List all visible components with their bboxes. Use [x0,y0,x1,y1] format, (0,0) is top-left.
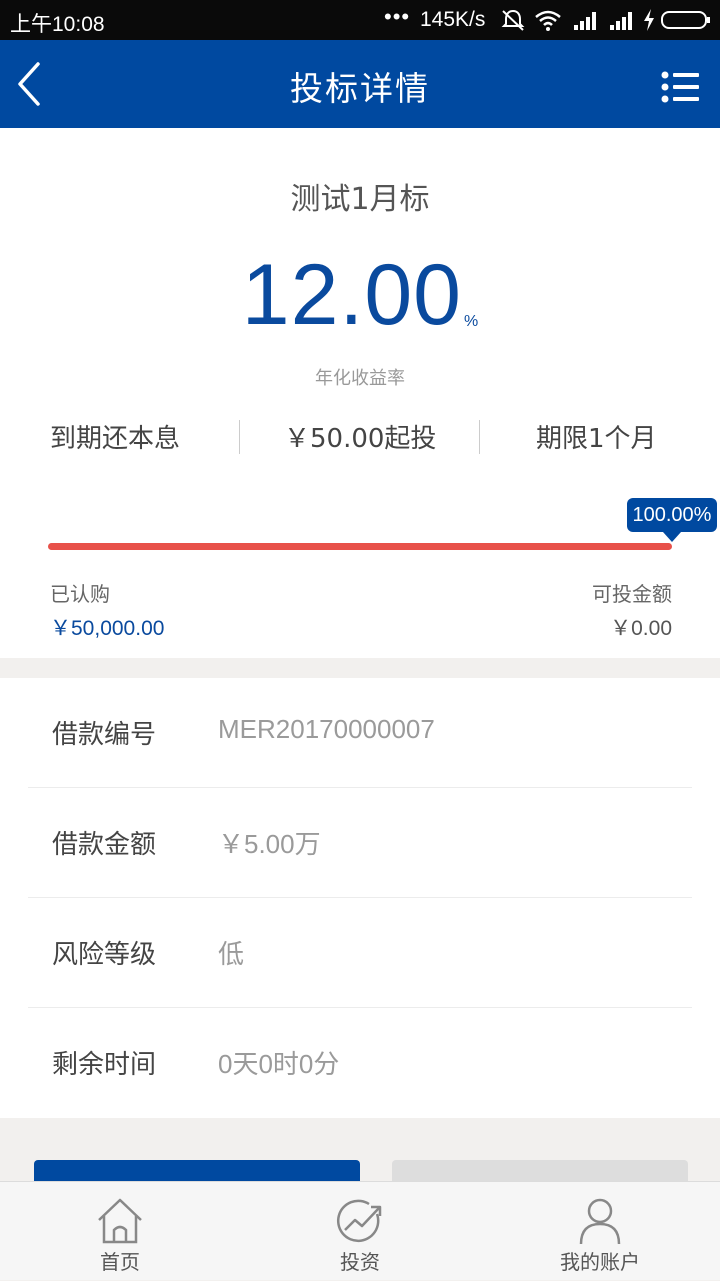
list-menu-icon[interactable] [660,70,700,104]
detail-label: 风险等级 [52,940,157,970]
product-summary: 测试1月标 12.00% 年化收益率 到期还本息 ￥50.00起投 期限1个月 … [0,128,720,658]
divider [239,420,240,454]
charging-icon [644,9,654,31]
min-invest: ￥50.00起投 [284,424,437,454]
rate-label: 年化收益率 [315,368,405,389]
alarm-off-icon [501,9,525,31]
detail-row: 借款编号 MER20170000007 [28,678,692,788]
detail-row: 借款金额 ￥5.00万 [28,788,692,898]
annual-rate: 12.00% [0,246,720,345]
home-icon [98,1198,142,1244]
available-label: 可投金额 [592,582,672,606]
detail-value: 低 [218,939,245,969]
tab-my-account[interactable]: 我的账户 [480,1182,720,1281]
product-name: 测试1月标 [290,182,430,217]
status-dots: ••• [384,4,411,29]
user-icon [579,1198,621,1245]
signal-icon [610,12,632,30]
loan-term: 期限1个月 [536,424,657,454]
detail-value: MER20170000007 [218,714,435,744]
tab-label: 首页 [100,1250,140,1274]
progress-fill [48,543,672,550]
subscribed-value: ￥50,000.00 [50,617,165,640]
available-value: ￥0.00 [610,617,672,640]
progress-percent-badge: 100.00% [626,498,718,542]
tab-label: 我的账户 [560,1250,640,1274]
subscribed-label: 已认购 [50,582,110,606]
rate-value: 12.00 [241,247,462,343]
detail-label: 借款编号 [52,720,157,750]
tab-home[interactable]: 首页 [0,1182,240,1281]
status-time: 上午10:08 [10,13,105,36]
tab-invest[interactable]: 投资 [240,1182,480,1281]
detail-value: 0天0时0分 [218,1049,340,1079]
detail-row: 剩余时间 0天0时0分 [28,1008,692,1118]
wifi-icon [535,10,561,31]
product-terms: 到期还本息 ￥50.00起投 期限1个月 [0,416,720,456]
signal-icon [574,12,596,30]
invest-chart-icon [336,1199,382,1243]
progress-bar [48,540,672,550]
repayment-method: 到期还本息 [50,424,181,454]
loan-details: 借款编号 MER20170000007 借款金额 ￥5.00万 风险等级 低 剩… [0,678,720,1118]
bottom-tab-bar: 首页 投资 我的账户 [0,1181,720,1280]
detail-label: 剩余时间 [52,1050,157,1080]
rate-unit: % [463,313,479,330]
detail-value: ￥5.00万 [218,829,321,859]
battery-icon [661,11,710,29]
detail-row: 风险等级 低 [28,898,692,1008]
status-bar: 上午10:08 ••• 145K/s [0,0,720,40]
header: 投标详情 [0,40,720,128]
tab-label: 投资 [340,1250,380,1274]
divider [479,420,480,454]
network-speed: 145K/s [420,8,486,31]
page-title: 投标详情 [290,69,430,108]
detail-label: 借款金额 [52,830,157,860]
